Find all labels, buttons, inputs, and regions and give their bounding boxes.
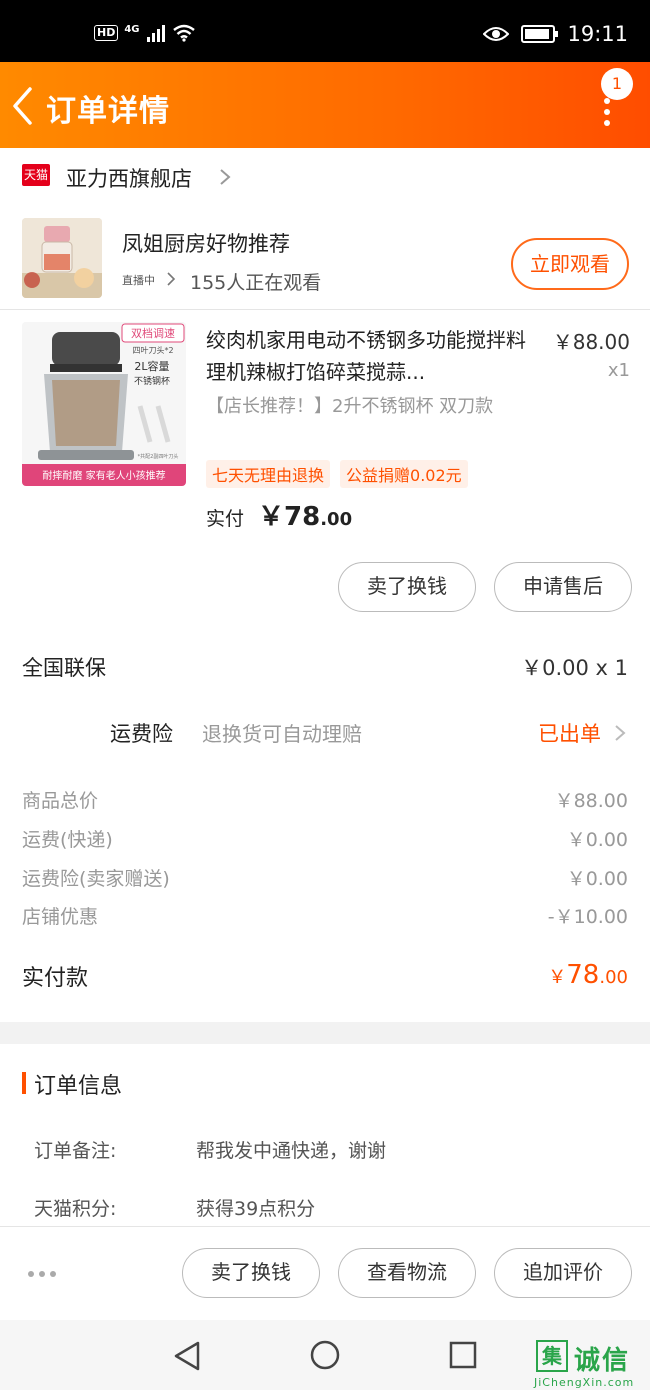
- order-note-value: 帮我发中通快递，谢谢: [196, 1140, 387, 1162]
- image-text-cap: 2L容量: [134, 359, 169, 373]
- total-amount: ￥78.00: [548, 960, 628, 990]
- eye-icon: [483, 27, 510, 41]
- section-divider: [0, 1022, 650, 1044]
- image-text-bottom: 耐摔耐磨 家有老人小孩推荐: [42, 469, 165, 482]
- live-stream-row[interactable]: 凤姐厨房好物推荐 直播中 155人正在观看 立即观看: [0, 206, 650, 310]
- status-time: 19:11: [567, 22, 628, 46]
- chevron-right-icon: [220, 169, 231, 185]
- summary-value: ￥0.00: [566, 829, 628, 851]
- tmall-logo: 天猫: [22, 164, 50, 186]
- warranty-row: 全国联保 ￥0.00 x 1: [0, 652, 650, 684]
- nav-back-triangle-icon[interactable]: [172, 1340, 202, 1372]
- back-icon[interactable]: [10, 86, 36, 126]
- warranty-label: 全国联保: [22, 656, 106, 680]
- watermark-url: JiChengXin.com: [534, 1376, 635, 1389]
- image-text-top: 双档调速: [131, 326, 175, 340]
- summary-value: ￥0.00: [566, 868, 628, 890]
- charity-tag: 公益捐赠0.02元: [340, 460, 468, 488]
- more-actions-icon[interactable]: [28, 1271, 56, 1277]
- summary-row-shop-discount: 店铺优惠 -￥10.00: [0, 902, 650, 930]
- after-sale-button[interactable]: 申请售后: [494, 562, 632, 612]
- battery-icon: [521, 25, 559, 43]
- summary-label: 商品总价: [22, 790, 99, 812]
- summary-row-shipping: 运费(快递) ￥0.00: [0, 825, 650, 853]
- nav-home-circle-icon[interactable]: [309, 1339, 341, 1371]
- header-bar: 订单详情: [0, 62, 650, 148]
- order-note-row: 订单备注: 帮我发中通快递，谢谢: [0, 1136, 650, 1166]
- warranty-value: ￥0.00 x 1: [521, 656, 628, 680]
- tmall-points-value: 获得39点积分: [196, 1198, 316, 1220]
- product-image: 双档调速 四叶刀头*2 2L容量 不锈钢杯 *共配2副四叶刀头 耐摔耐磨 家有老…: [22, 322, 186, 486]
- live-title: 凤姐厨房好物推荐: [122, 232, 290, 256]
- total-paid-row: 实付款 ￥78.00: [0, 960, 650, 996]
- watermark-logo: 集 诚信 JiChengXin.com: [530, 1336, 650, 1390]
- product-quantity: x1: [607, 360, 630, 381]
- paid-amount: ￥78.00: [258, 502, 353, 532]
- status-bar: HD 4G 19:11: [0, 0, 650, 62]
- product-price: ￥88.00: [552, 330, 630, 354]
- image-text-cap2: 不锈钢杯: [134, 375, 170, 387]
- chevron-right-icon: [167, 272, 176, 286]
- image-text-sub: 四叶刀头*2: [132, 345, 173, 355]
- chevron-right-icon: [615, 725, 626, 741]
- tmall-points-row: 天猫积分: 获得39点积分: [0, 1194, 650, 1224]
- summary-label: 运费险(卖家赠送): [22, 868, 170, 890]
- hd-indicator: HD: [94, 25, 119, 41]
- summary-row-goods-total: 商品总价 ￥88.00: [0, 786, 650, 814]
- live-status-tag: 直播中: [122, 274, 155, 287]
- paid-label: 实付: [206, 508, 245, 530]
- view-logistics-button[interactable]: 查看物流: [338, 1248, 476, 1298]
- freight-insurance-row[interactable]: 运费险 退换货可自动理赔 已出单: [0, 718, 650, 750]
- wifi-icon: [172, 24, 195, 42]
- image-text-note: *共配2副四叶刀头: [138, 453, 179, 460]
- bottom-sell-for-cash-button[interactable]: 卖了换钱: [182, 1248, 320, 1298]
- notification-badge[interactable]: 1: [601, 68, 633, 100]
- total-label: 实付款: [22, 966, 89, 991]
- section-accent-bar: [22, 1072, 26, 1094]
- tmall-points-label: 天猫积分:: [34, 1198, 117, 1220]
- more-menu-icon[interactable]: [602, 98, 612, 132]
- add-review-button[interactable]: 追加评价: [494, 1248, 632, 1298]
- return-policy-tag: 七天无理由退换: [206, 460, 331, 488]
- order-info-title: 订单信息: [34, 1074, 123, 1099]
- watch-now-button[interactable]: 立即观看: [511, 238, 629, 290]
- shop-row[interactable]: 天猫 亚力西旗舰店: [0, 148, 650, 206]
- nav-recents-square-icon[interactable]: [449, 1341, 477, 1369]
- watermark-text: 诚信: [574, 1346, 631, 1376]
- summary-row-freight-insurance: 运费险(卖家赠送) ￥0.00: [0, 864, 650, 892]
- status-right: 19:11: [483, 22, 628, 46]
- product-title: 绞肉机家用电动不锈钢多功能搅拌料理机辣椒打馅碎菜搅蒜...: [206, 328, 526, 384]
- product-paid-row: 实付 ￥78.00: [206, 496, 352, 533]
- live-thumbnail: [22, 218, 102, 298]
- product-item[interactable]: 双档调速 四叶刀头*2 2L容量 不锈钢杯 *共配2副四叶刀头 耐摔耐磨 家有老…: [0, 310, 650, 560]
- summary-value: -￥10.00: [547, 906, 628, 928]
- network-indicator: 4G: [124, 23, 140, 35]
- status-left: HD 4G: [94, 24, 196, 42]
- freight-label: 运费险: [110, 722, 173, 746]
- freight-status: 已出单: [538, 722, 601, 746]
- product-tags: 七天无理由退换 公益捐赠0.02元: [206, 460, 468, 488]
- summary-label: 运费(快递): [22, 829, 113, 851]
- freight-desc: 退换货可自动理赔: [202, 722, 362, 746]
- page-title: 订单详情: [46, 94, 170, 129]
- shop-name: 亚力西旗舰店: [66, 167, 192, 191]
- product-sku: 【店长推荐！】2升不锈钢杯 双刀款: [206, 396, 494, 417]
- watermark-char: 集: [536, 1340, 568, 1372]
- summary-label: 店铺优惠: [22, 906, 99, 928]
- viewer-count: 155人正在观看: [190, 272, 322, 294]
- sell-for-cash-button[interactable]: 卖了换钱: [338, 562, 476, 612]
- order-note-label: 订单备注:: [34, 1140, 117, 1162]
- summary-value: ￥88.00: [554, 790, 628, 812]
- signal-icon: [146, 25, 165, 42]
